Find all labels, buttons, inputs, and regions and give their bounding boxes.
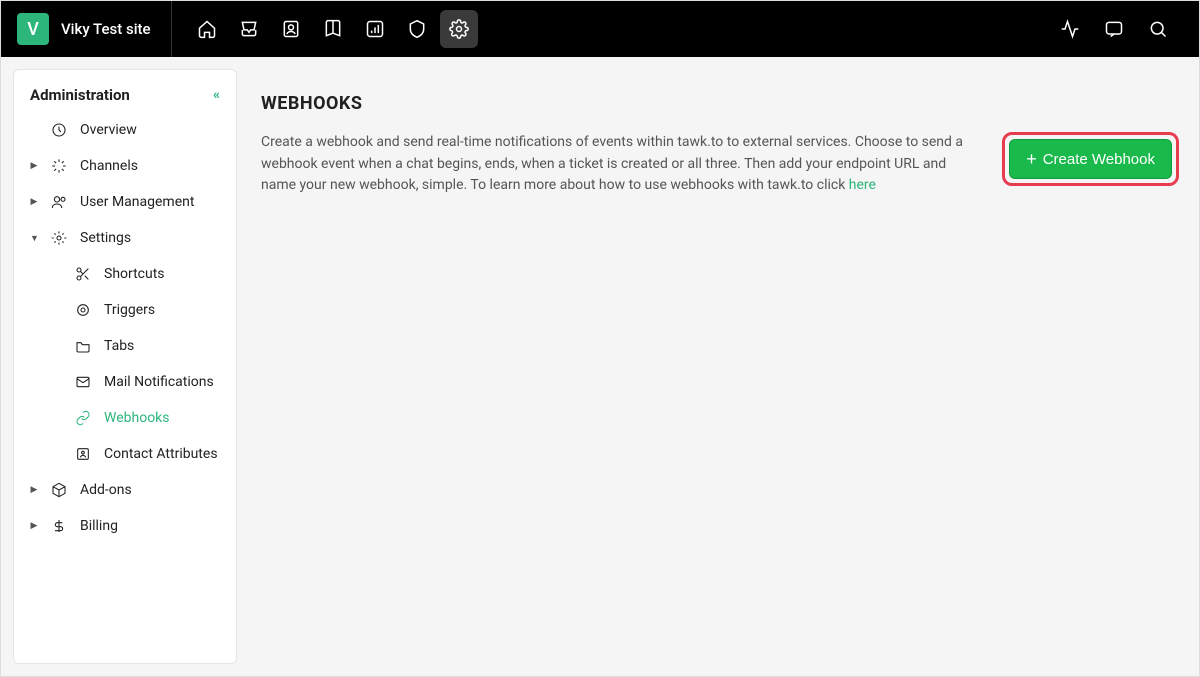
sidebar-item-label: Overview <box>80 122 137 138</box>
sidebar-item-user-management[interactable]: ▶ User Management <box>14 184 236 220</box>
channels-icon <box>50 158 68 174</box>
sidebar-collapse-icon[interactable]: « <box>213 87 220 103</box>
contacts-icon[interactable] <box>272 10 310 48</box>
admin-gear-icon[interactable] <box>440 10 478 48</box>
sidebar-item-label: Mail Notifications <box>104 374 214 390</box>
sidebar-item-tabs[interactable]: Tabs <box>14 328 236 364</box>
inbox-icon[interactable] <box>230 10 268 48</box>
sidebar-item-label: Channels <box>80 158 138 174</box>
sidebar-item-webhooks[interactable]: Webhooks <box>14 400 236 436</box>
sidebar-item-triggers[interactable]: Triggers <box>14 292 236 328</box>
page-description: Create a webhook and send real-time noti… <box>261 132 982 197</box>
package-icon <box>50 482 68 498</box>
gear-icon <box>50 230 68 246</box>
folder-icon <box>74 338 92 354</box>
site-avatar: V <box>17 13 49 45</box>
sidebar-item-label: Tabs <box>104 338 134 354</box>
sidebar-item-label: Settings <box>80 230 131 246</box>
create-webhook-button[interactable]: + Create Webhook <box>1009 139 1172 179</box>
overview-icon <box>50 122 68 138</box>
content: Administration « ▶ Overview ▶ Channels ▶… <box>1 57 1199 676</box>
trigger-icon <box>74 302 92 318</box>
sidebar: Administration « ▶ Overview ▶ Channels ▶… <box>13 69 237 664</box>
sidebar-item-channels[interactable]: ▶ Channels <box>14 148 236 184</box>
sidebar-item-label: Triggers <box>104 302 155 318</box>
description-link[interactable]: here <box>849 177 876 193</box>
sidebar-item-label: Billing <box>80 518 118 534</box>
contact-attr-icon <box>74 446 92 462</box>
sidebar-item-label: Add-ons <box>80 482 132 498</box>
main: WEBHOOKS Create a webhook and send real-… <box>253 69 1187 664</box>
topnav <box>172 10 478 48</box>
site-switcher[interactable]: V Viky Test site <box>9 1 172 57</box>
sidebar-item-shortcuts[interactable]: Shortcuts <box>14 256 236 292</box>
reporting-icon[interactable] <box>356 10 394 48</box>
sidebar-title: Administration <box>30 86 130 104</box>
sidebar-item-label: Contact Attributes <box>104 446 218 462</box>
home-icon[interactable] <box>188 10 226 48</box>
topbar: V Viky Test site <box>1 1 1199 57</box>
create-webhook-label: Create Webhook <box>1043 151 1155 168</box>
dollar-icon <box>50 518 68 534</box>
plus-icon: + <box>1026 150 1037 168</box>
mail-icon <box>74 374 92 390</box>
sidebar-item-label: User Management <box>80 194 194 210</box>
sidebar-item-addons[interactable]: ▶ Add-ons <box>14 472 236 508</box>
search-icon[interactable] <box>1139 10 1177 48</box>
topnav-right <box>1051 10 1191 48</box>
sidebar-item-overview[interactable]: ▶ Overview <box>14 112 236 148</box>
knowledgebase-icon[interactable] <box>314 10 352 48</box>
page-title: WEBHOOKS <box>261 93 1179 114</box>
scissors-icon <box>74 266 92 282</box>
link-icon <box>74 410 92 426</box>
sidebar-item-label: Webhooks <box>104 410 170 426</box>
chat-icon[interactable] <box>1095 10 1133 48</box>
sidebar-item-billing[interactable]: ▶ Billing <box>14 508 236 544</box>
addons-icon[interactable] <box>398 10 436 48</box>
sidebar-item-mail-notifications[interactable]: Mail Notifications <box>14 364 236 400</box>
sidebar-item-contact-attributes[interactable]: Contact Attributes <box>14 436 236 472</box>
activity-icon[interactable] <box>1051 10 1089 48</box>
site-name: Viky Test site <box>61 20 151 38</box>
users-icon <box>50 194 68 210</box>
create-webhook-highlight: + Create Webhook <box>1002 132 1179 186</box>
sidebar-item-settings[interactable]: ▼ Settings <box>14 220 236 256</box>
sidebar-item-label: Shortcuts <box>104 266 165 282</box>
